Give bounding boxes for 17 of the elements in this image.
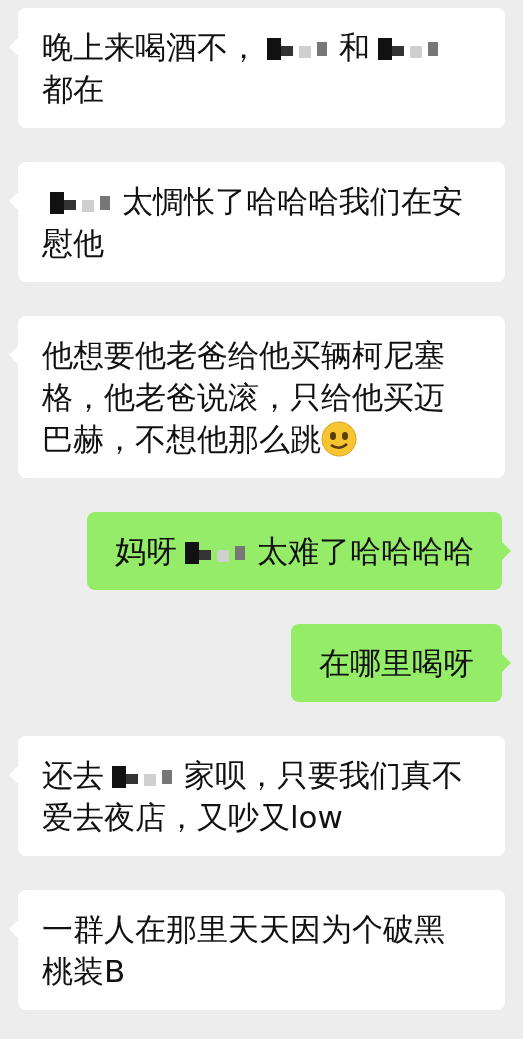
message-text: 一群人在那里天天因为个破黑 xyxy=(42,910,445,949)
message-text: 家呗，只要我们真不 xyxy=(184,756,463,795)
message-text: 和 xyxy=(339,28,370,67)
emoji-icon xyxy=(321,421,357,457)
message-text: 他想要他老爸给他买辆柯尼塞 xyxy=(42,336,445,375)
message-text: 太惆怅了哈哈哈我们在安 xyxy=(122,182,463,221)
message-text: 晚上来喝酒不， xyxy=(42,28,259,67)
message-text: 妈呀 xyxy=(115,532,177,571)
message-text: 巴赫，不想他那么跳 xyxy=(42,420,321,459)
message-text: 格，他老爸说滚，只给他买迈 xyxy=(42,378,445,417)
message-text: 慰他 xyxy=(42,224,104,263)
message-text: 爱去夜店，又吵又low xyxy=(42,798,343,837)
message-text: 桃装B xyxy=(42,952,126,991)
message-text: 都在 xyxy=(42,70,104,109)
message-text: 还去 xyxy=(42,756,104,795)
message-text: 太难了哈哈哈哈 xyxy=(257,532,474,571)
message-text: 在哪里喝呀 xyxy=(319,644,474,683)
